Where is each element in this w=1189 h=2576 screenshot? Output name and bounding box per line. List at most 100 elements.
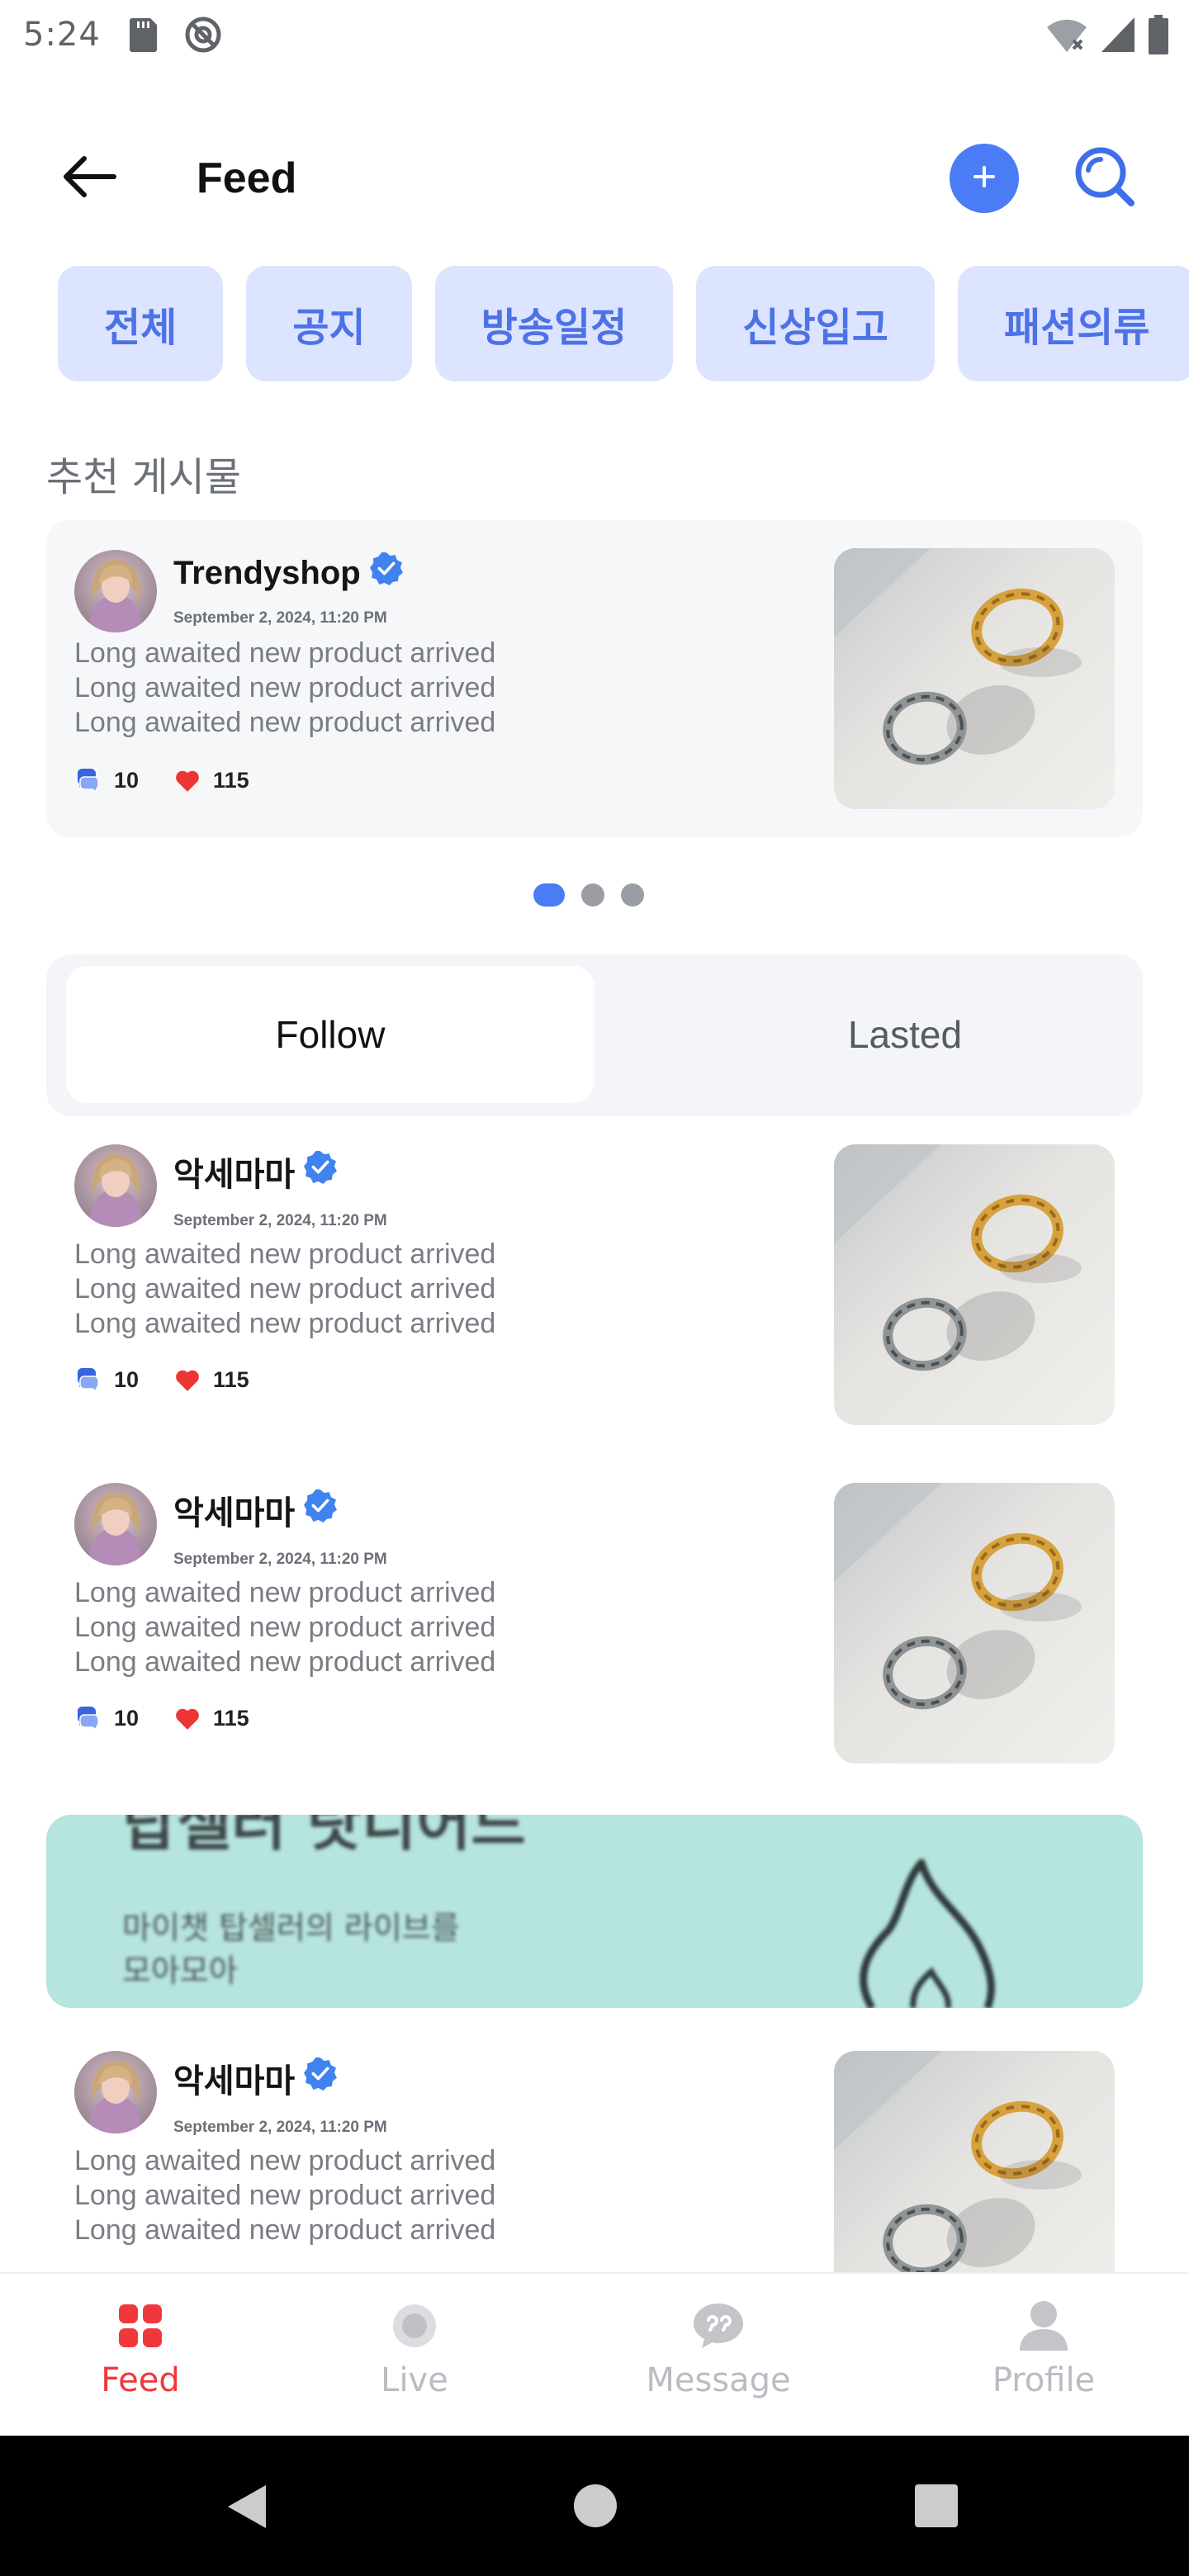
post-text: Long awaited new product arrived Long aw… (74, 1575, 495, 1679)
nav-label: Feed (101, 2361, 180, 2399)
nav-label: Message (646, 2361, 791, 2399)
post-author: 악세마마 (173, 2054, 339, 2102)
post-text: Long awaited new product arrived Long aw… (74, 1237, 495, 1341)
category-chip-notice[interactable]: 공지 (246, 266, 412, 381)
comment-count: 10 (114, 1367, 140, 1392)
carousel-dot-active[interactable] (533, 883, 565, 907)
feed-post[interactable]: 악세마마 September 2, 2024, 11:20 PM Long aw… (0, 1144, 1189, 1433)
heart-icon (175, 1707, 200, 1731)
post-stats: 10 115 (76, 1367, 286, 1393)
post-text-line: Long awaited new product arrived (74, 2145, 496, 2176)
banner-subtitle-line2: 모아모아 (122, 1953, 238, 1989)
post-text-line: Long awaited new product arrived (74, 1273, 496, 1305)
verified-badge-icon (302, 1488, 339, 1532)
post-text: Long awaited new product arrived Long aw… (74, 636, 495, 740)
post-text-line: Long awaited new product arrived (74, 1577, 496, 1608)
feed-post[interactable]: 악세마마 September 2, 2024, 11:20 PM Long aw… (0, 1483, 1189, 1772)
heart-icon (175, 1368, 200, 1393)
category-chip-schedule[interactable]: 방송일정 (434, 266, 674, 381)
post-date: September 2, 2024, 11:20 PM (173, 1212, 387, 1229)
author-name: 악세마마 (173, 1157, 296, 1193)
category-chip-new-arrivals[interactable]: 신상입고 (696, 266, 935, 381)
category-chip-all[interactable]: 전체 (58, 266, 224, 381)
carousel-dots (533, 883, 644, 907)
search-button[interactable] (1070, 144, 1139, 213)
post-stats: 10 115 (76, 1706, 286, 1731)
nav-item-feed[interactable]: Feed (41, 2297, 239, 2399)
avatar (74, 550, 157, 632)
category-chips: 전체 공지 방송일정 신상입고 패션의류 (58, 266, 1189, 381)
arrow-left-icon (61, 155, 117, 202)
post-stats: 10 115 (76, 768, 286, 793)
post-text-line: Long awaited new product arrived (74, 1646, 496, 1678)
post-text-line: Long awaited new product arrived (74, 1308, 496, 1339)
wifi-off-icon (1045, 16, 1088, 58)
system-back-icon[interactable] (225, 2482, 269, 2536)
category-chip-fashion[interactable]: 패션의류 (957, 266, 1189, 381)
nav-item-profile[interactable]: Profile (945, 2297, 1143, 2399)
sync-off-icon (183, 15, 223, 54)
app-header: Feed (0, 132, 1189, 225)
live-icon (390, 2297, 439, 2355)
person-icon (1018, 2297, 1069, 2355)
tab-lasted[interactable]: Lasted (641, 966, 1169, 1103)
like-count: 115 (213, 1706, 249, 1731)
comment-icon (76, 1706, 101, 1731)
add-post-button[interactable] (950, 144, 1019, 213)
feed-tabs: Follow Lasted (46, 954, 1143, 1116)
avatar (74, 2051, 157, 2133)
recommended-section-title: 추천 게시물 (46, 454, 242, 500)
carousel-dot[interactable] (621, 883, 644, 907)
comment-count: 10 (114, 768, 140, 793)
nav-item-live[interactable]: Live (315, 2297, 514, 2399)
chat-icon (692, 2297, 745, 2355)
sd-card-icon (126, 17, 159, 53)
carousel-dot[interactable] (581, 883, 604, 907)
heart-icon (175, 769, 200, 793)
post-thumbnail[interactable] (834, 2051, 1115, 2272)
avatar (74, 1144, 157, 1227)
post-text-line: Long awaited new product arrived (74, 707, 496, 738)
signal-icon (1100, 16, 1136, 58)
post-date: September 2, 2024, 11:20 PM (173, 609, 387, 627)
verified-badge-icon (302, 1149, 339, 1193)
back-button[interactable] (56, 152, 122, 205)
nav-label: Live (381, 2361, 448, 2399)
post-text: Long awaited new product arrived Long aw… (74, 2143, 495, 2247)
like-count: 115 (213, 768, 249, 793)
comment-icon (76, 1367, 101, 1393)
post-thumbnail[interactable] (834, 548, 1115, 809)
post-text-line: Long awaited new product arrived (74, 1612, 496, 1643)
like-count: 115 (213, 1367, 249, 1392)
status-time: 5:24 (23, 16, 101, 54)
nav-item-message[interactable]: Message (619, 2297, 817, 2399)
post-author: Trendyshop (173, 551, 405, 594)
recommended-post-card[interactable]: Trendyshop September 2, 2024, 11:20 PM L… (46, 520, 1143, 837)
author-name: 악세마마 (173, 2063, 296, 2100)
post-author: 악세마마 (173, 1486, 339, 1534)
post-text-line: Long awaited new product arrived (74, 1238, 496, 1270)
bottom-nav: Feed Live Message Profile (0, 2272, 1189, 2436)
feed-post[interactable]: 악세마마 September 2, 2024, 11:20 PM Long aw… (0, 2051, 1189, 2272)
banner-subtitle-line1: 마이챗 탑셀러의 라이브를 (122, 1910, 460, 1946)
post-text-line: Long awaited new product arrived (74, 2214, 496, 2246)
promo-banner[interactable]: 탑셀러 랏디어드 마이챗 탑셀러의 라이브를 모아모아 (46, 1815, 1143, 2008)
page-title: Feed (197, 154, 297, 202)
system-home-icon[interactable] (573, 2484, 618, 2532)
author-name: 악세마마 (173, 1495, 296, 1532)
system-nav-bar (0, 2436, 1189, 2576)
verified-badge-icon (302, 2056, 339, 2100)
post-text-line: Long awaited new product arrived (74, 2180, 496, 2211)
banner-headline: 탑셀러 랏디어드 (122, 1815, 526, 1859)
battery-icon (1148, 15, 1169, 59)
post-text-line: Long awaited new product arrived (74, 672, 496, 703)
system-recents-icon[interactable] (913, 2484, 959, 2532)
author-name: Trendyshop (173, 554, 361, 591)
comment-count: 10 (114, 1706, 140, 1731)
post-date: September 2, 2024, 11:20 PM (173, 1551, 387, 1568)
post-thumbnail[interactable] (834, 1144, 1115, 1425)
post-thumbnail[interactable] (834, 1483, 1115, 1764)
search-icon (1073, 145, 1136, 212)
tab-follow[interactable]: Follow (66, 966, 594, 1103)
post-date: September 2, 2024, 11:20 PM (173, 2119, 387, 2136)
